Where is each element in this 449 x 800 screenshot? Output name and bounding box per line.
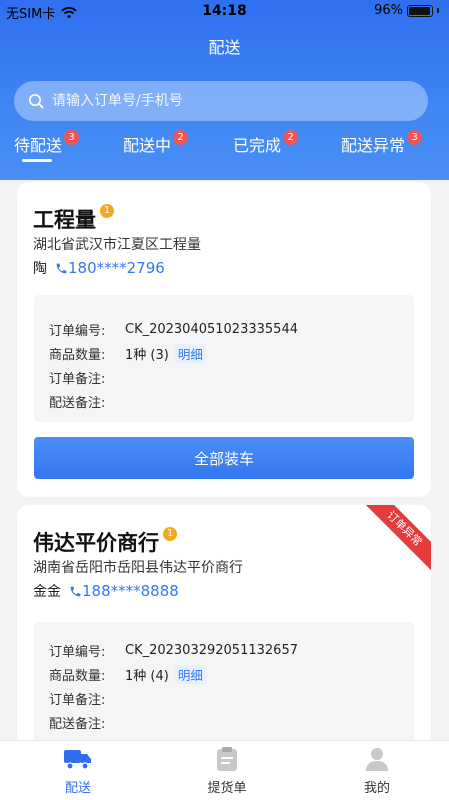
detail-link[interactable]: 明细 — [174, 664, 206, 684]
tab-exception[interactable]: 配送异常 3 — [341, 130, 423, 156]
search-icon — [29, 94, 44, 109]
status-tabs: 待配送 3 配送中 2 已完成 2 配送异常 3 — [0, 130, 449, 166]
order-note-label: 订单备注: — [49, 692, 106, 708]
shop-name: 伟达平价商行 1 — [33, 527, 177, 557]
tab-count-badge: 2 — [173, 130, 189, 145]
contact-name: 陶 — [33, 261, 47, 277]
tabbar-delivery[interactable]: 配送 — [38, 745, 118, 796]
exception-ribbon: 订单异常 — [358, 505, 431, 575]
battery-icon — [407, 4, 433, 17]
contact-row: 陶 180****2796 — [33, 258, 165, 278]
shop-address: 湖北省武汉市江夏区工程量 — [33, 237, 201, 253]
detail-link[interactable]: 明细 — [174, 343, 206, 363]
contact-name: 金金 — [33, 584, 61, 600]
delivery-note-label: 配送备注: — [49, 395, 106, 411]
order-card[interactable]: 订单异常 伟达平价商行 1 湖南省岳阳市岳阳县伟达平价商行 金金 188****8… — [17, 505, 431, 740]
contact-row: 金金 188****8888 — [33, 581, 179, 601]
active-tab-indicator — [22, 159, 52, 162]
tab-count-badge: 3 — [64, 130, 80, 145]
shop-name: 工程量 1 — [33, 204, 114, 234]
item-quantity: 1种 (4) — [125, 668, 169, 684]
order-number: CK_202304051023335544 — [125, 321, 298, 337]
order-list[interactable]: 工程量 1 湖北省武汉市江夏区工程量 陶 180****2796 订单编号: CK_… — [0, 170, 449, 740]
tab-count-badge: 3 — [407, 130, 423, 145]
status-bar: 无SIM卡 14:18 96% — [0, 0, 449, 24]
tabbar-mine[interactable]: 我的 — [337, 745, 417, 796]
truck-icon — [64, 750, 91, 770]
order-card[interactable]: 工程量 1 湖北省武汉市江夏区工程量 陶 180****2796 订单编号: CK_… — [17, 182, 431, 497]
item-quantity: 1种 (3) — [125, 347, 169, 363]
shop-badge: 1 — [100, 204, 114, 218]
tab-completed[interactable]: 已完成 2 — [233, 130, 299, 156]
order-number: CK_202303292051132657 — [125, 642, 298, 658]
user-icon — [366, 748, 388, 771]
shop-address: 湖南省岳阳市岳阳县伟达平价商行 — [33, 560, 243, 576]
search-input[interactable] — [52, 93, 382, 109]
page-title: 配送 — [208, 38, 241, 57]
order-info: 订单编号: CK_202303292051132657 商品数量: 1种 (4) 明细… — [34, 622, 414, 740]
search-bar[interactable] — [14, 81, 428, 121]
tab-pending[interactable]: 待配送 3 — [14, 130, 80, 156]
order-info: 订单编号: CK_202304051023335544 商品数量: 1种 (3) 明细… — [34, 295, 414, 422]
tab-count-badge: 2 — [283, 130, 299, 145]
tabbar-pickup-order[interactable]: 提货单 — [187, 745, 267, 796]
delivery-note-label: 配送备注: — [49, 716, 106, 732]
phone-link[interactable]: 180****2796 — [55, 259, 165, 277]
order-note-label: 订单备注: — [49, 371, 106, 387]
bottom-tab-bar: 配送 提货单 我的 — [0, 740, 449, 800]
load-all-button[interactable]: 全部装车 — [34, 437, 414, 479]
shop-badge: 1 — [163, 527, 177, 541]
phone-icon — [56, 263, 67, 273]
tab-delivering[interactable]: 配送中 2 — [123, 130, 189, 156]
battery-percent: 96% — [374, 3, 403, 18]
phone-icon — [70, 586, 81, 596]
phone-link[interactable]: 188****8888 — [69, 582, 179, 600]
clipboard-icon — [217, 747, 237, 771]
